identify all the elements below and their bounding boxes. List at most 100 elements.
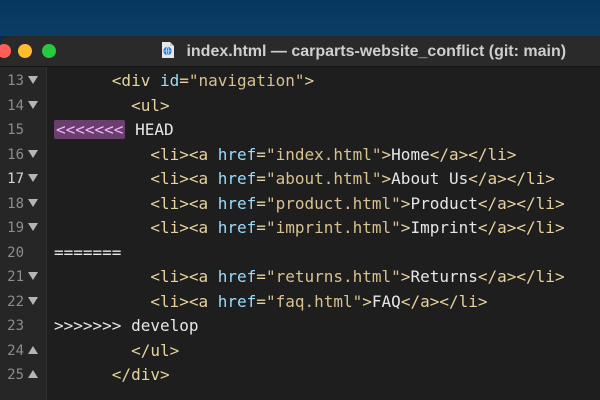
code-token: href xyxy=(217,144,257,164)
html-file-icon xyxy=(160,41,176,59)
code-token: <div xyxy=(111,71,160,90)
code-token: <li> xyxy=(150,193,189,213)
fold-collapse-icon[interactable] xyxy=(28,149,38,158)
code-token: "navigation" xyxy=(188,71,305,90)
code-token: > xyxy=(381,169,392,188)
code-token: </li> xyxy=(468,144,517,164)
code-token: = xyxy=(256,144,266,164)
line-number: 22 xyxy=(7,293,24,310)
code-token: Product xyxy=(410,193,478,213)
code-token: "faq.html" xyxy=(265,291,363,311)
code-token: Returns xyxy=(410,267,478,286)
code-token: "index.html" xyxy=(265,144,382,164)
code-line[interactable]: 14 <ul> xyxy=(0,94,600,118)
code-token: = xyxy=(256,193,266,213)
code-line[interactable]: 19 <li><a href="imprint.html">Imprint</a… xyxy=(0,216,600,240)
code-token: href xyxy=(217,267,257,286)
code-token: = xyxy=(256,291,266,311)
window-title: index.html — carparts-website_conflict (… xyxy=(186,43,567,60)
fold-collapse-icon[interactable] xyxy=(28,296,38,305)
code-text: >>>>>>> develop xyxy=(54,314,199,338)
line-number: 23 xyxy=(7,318,24,334)
fold-collapse-icon[interactable] xyxy=(28,100,38,109)
title-bar: index.html — carparts-website_conflict (… xyxy=(0,36,600,67)
code-line[interactable]: 15 <<<<<<< HEAD xyxy=(0,118,600,142)
code-token: </a> xyxy=(429,144,469,164)
code-text: <li><a href="imprint.html">Imprint</a></… xyxy=(54,216,565,240)
code-token: > xyxy=(362,291,372,311)
code-token: </li> xyxy=(506,169,555,188)
line-number: 18 xyxy=(7,195,24,212)
code-token: </a> xyxy=(477,267,517,286)
fold-collapse-icon[interactable] xyxy=(28,174,38,182)
code-line[interactable]: 21 <li><a href="returns.html">Returns</a… xyxy=(0,265,600,289)
code-token: = xyxy=(256,169,266,188)
code-token: </a> xyxy=(468,169,507,188)
code-token: FAQ xyxy=(371,291,401,311)
code-line[interactable]: 16 <li><a href="index.html">Home</a></li… xyxy=(0,143,600,167)
code-token: <li> xyxy=(150,267,189,286)
code-line[interactable]: 18 <li><a href="product.html">Product</a… xyxy=(0,192,600,216)
code-line[interactable]: 13 <div id="navigation"> xyxy=(0,69,600,93)
code-token: id xyxy=(159,71,180,90)
code-line[interactable]: 25 </div> xyxy=(0,363,600,387)
desktop-background xyxy=(0,0,600,36)
fold-end-icon[interactable] xyxy=(28,370,38,378)
code-token: > xyxy=(400,193,411,213)
code-token: "about.html" xyxy=(265,169,382,188)
code-text: <<<<<<< HEAD xyxy=(54,118,174,142)
code-token: </li> xyxy=(516,193,565,213)
code-token: > xyxy=(304,71,315,90)
line-number: 21 xyxy=(7,269,24,285)
code-token: > xyxy=(400,267,411,286)
code-token: ======= xyxy=(54,242,122,262)
code-text: <div id="navigation"> xyxy=(54,69,314,93)
code-token: </div> xyxy=(111,365,170,384)
fold-collapse-icon[interactable] xyxy=(28,76,38,84)
code-token: <ul> xyxy=(131,95,170,115)
code-token: href xyxy=(217,193,257,213)
code-token: href xyxy=(217,218,257,237)
code-token: <li> xyxy=(150,218,189,237)
line-number: 16 xyxy=(7,146,24,163)
minimize-window-button[interactable] xyxy=(18,44,32,58)
code-line[interactable]: 22 <li><a href="faq.html">FAQ</a></li> xyxy=(0,290,600,314)
code-token: Home xyxy=(391,144,430,164)
code-token: <a xyxy=(188,169,218,188)
code-token: <a xyxy=(188,144,218,164)
code-line[interactable]: 20 ======= xyxy=(0,241,600,265)
fold-collapse-icon[interactable] xyxy=(28,198,38,207)
code-token: = xyxy=(256,218,266,237)
code-token: </a> xyxy=(477,218,517,237)
code-text: <li><a href="about.html">About Us</a></l… xyxy=(54,167,555,191)
fold-collapse-icon[interactable] xyxy=(28,272,38,280)
code-token: HEAD xyxy=(125,120,174,139)
code-token: </ul> xyxy=(131,340,180,360)
code-text: <ul> xyxy=(54,94,170,118)
code-token: "imprint.html" xyxy=(265,218,401,237)
fold-end-icon[interactable] xyxy=(28,345,38,354)
code-token: = xyxy=(256,267,266,286)
code-line[interactable]: 17 <li><a href="about.html">About Us</a>… xyxy=(0,167,600,191)
code-text: <li><a href="index.html">Home</a></li> xyxy=(54,143,516,167)
close-window-button[interactable] xyxy=(0,44,11,58)
window-title-wrap: index.html — carparts-website_conflict (… xyxy=(160,41,566,61)
code-token: <li> xyxy=(150,291,189,311)
line-number: 19 xyxy=(7,220,24,236)
code-token: </li> xyxy=(516,218,565,237)
line-number: 25 xyxy=(7,367,24,383)
code-token: "returns.html" xyxy=(265,267,401,286)
editor-window: index.html — carparts-website_conflict (… xyxy=(0,36,600,400)
line-number: 14 xyxy=(7,97,24,114)
code-line[interactable]: 23 >>>>>>> develop xyxy=(0,314,600,338)
code-editor[interactable]: 13 <div id="navigation"> 14 <ul> 15 <<<<<<<… xyxy=(0,67,600,400)
fold-collapse-icon[interactable] xyxy=(28,223,38,231)
code-token: > xyxy=(400,218,411,237)
code-text: </div> xyxy=(54,363,170,387)
code-text: ======= xyxy=(54,241,121,265)
code-line[interactable]: 24 </ul> xyxy=(0,339,600,363)
code-text: <li><a href="returns.html">Returns</a></… xyxy=(54,265,564,289)
maximize-window-button[interactable] xyxy=(42,44,56,58)
line-number: 13 xyxy=(7,73,24,89)
code-token: </li> xyxy=(439,291,488,311)
